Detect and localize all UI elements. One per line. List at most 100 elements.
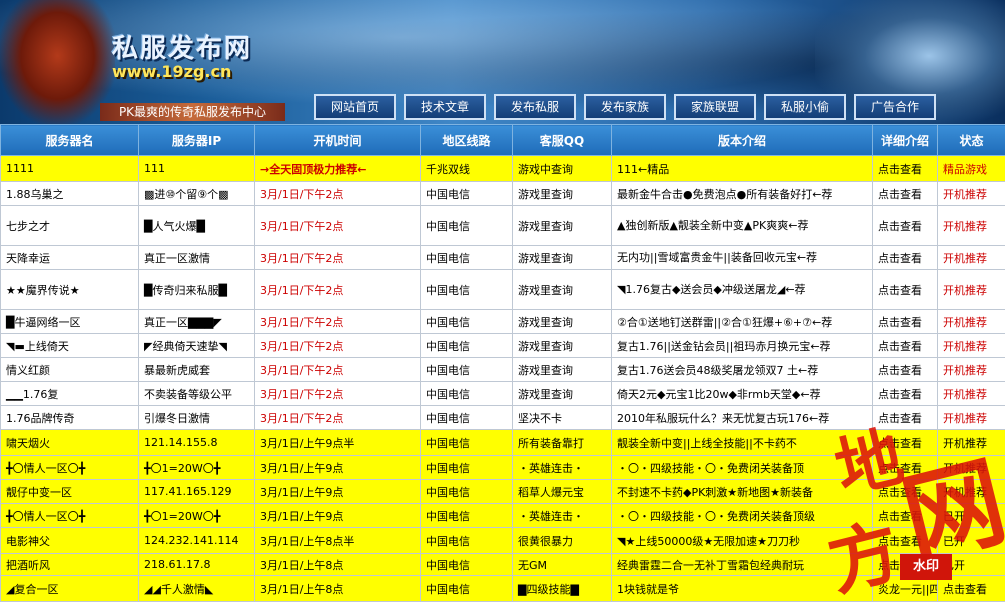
cell-server-ip: █传奇归来私服█ [139, 270, 255, 310]
cell-details-link[interactable]: 点击查看 [873, 206, 938, 246]
cell-qq: 无GM [513, 554, 612, 576]
nav-home[interactable]: 网站首页 [314, 94, 396, 120]
table-row[interactable]: 情义红颜暴最新虎威套3月/1日/下午2点中国电信游戏里查询复古1.76送会员48… [1, 358, 1005, 382]
site-logo-url[interactable]: www.19zg.cn [112, 62, 231, 81]
table-row[interactable]: 电影神父124.232.141.1143月/1日/上午8点半中国电信很黄很暴力◥… [1, 528, 1005, 554]
cell-version: ・〇・四级技能・〇・免费闭关装备顶 [612, 456, 873, 480]
cell-details-link[interactable]: 炎龙一元||四级技能||免费闭关||全屏 [873, 576, 938, 602]
cell-details-link[interactable]: 点击查看 [873, 358, 938, 382]
cell-version: 1块钱就是爷 [612, 576, 873, 602]
nav-publish-family[interactable]: 发布家族 [584, 94, 666, 120]
cell-server-ip: ◢◢千人激情◣ [139, 576, 255, 602]
cell-region: 中国电信 [421, 382, 513, 406]
table-row[interactable]: 1111111→全天固顶极力推荐←千兆双线游戏中查询111←精品点击查看精品游戏 [1, 156, 1005, 182]
cell-server-name[interactable]: █牛逼网络一区 [1, 310, 139, 334]
cell-version: 2010年私服玩什么？来无忧复古玩176←荐 [612, 406, 873, 430]
cell-details-link[interactable]: 点击查看 [873, 182, 938, 206]
cell-details-link[interactable]: 点击查看 [873, 480, 938, 504]
table-row[interactable]: ◢复合一区◢◢千人激情◣3月/1日/上午8点中国电信▇四级技能▇1块钱就是爷炎龙… [1, 576, 1005, 602]
cell-region: 中国电信 [421, 358, 513, 382]
col-server-ip: 服务器IP [139, 125, 255, 156]
nav-articles[interactable]: 技术文章 [404, 94, 486, 120]
cell-details-link[interactable]: 点击查看 [873, 528, 938, 554]
cell-qq: ・英雄连击・ [513, 456, 612, 480]
cell-server-name[interactable]: ◢复合一区 [1, 576, 139, 602]
cell-region: 中国电信 [421, 504, 513, 528]
cell-details-link[interactable]: 点击查看 [873, 246, 938, 270]
cell-server-ip: 引爆冬日激情 [139, 406, 255, 430]
cell-server-name[interactable]: ╋〇情人一区〇╋ [1, 456, 139, 480]
cell-details-link[interactable]: 点击查看 [873, 504, 938, 528]
banner-warrior-left [0, 0, 115, 124]
cell-server-ip: 暴最新虎威套 [139, 358, 255, 382]
cell-region: 千兆双线 [421, 156, 513, 182]
nav-server-thief[interactable]: 私服小偷 [764, 94, 846, 120]
cell-qq: 所有装备靠打 [513, 430, 612, 456]
cell-server-ip: █人气火爆█ [139, 206, 255, 246]
table-row[interactable]: ╋〇情人一区〇╋╋〇1=20W〇╋3月/1日/上午9点中国电信・英雄连击・・〇・… [1, 504, 1005, 528]
cell-qq: 稻草人爆元宝 [513, 480, 612, 504]
cell-details-link[interactable]: 点击查看 [873, 554, 938, 576]
cell-details-link[interactable]: 点击查看 [873, 382, 938, 406]
cell-open-time: 3月/1日/下午2点 [255, 334, 421, 358]
table-row[interactable]: ╋〇情人一区〇╋╋〇1=20W〇╋3月/1日/上午9点中国电信・英雄连击・・〇・… [1, 456, 1005, 480]
cell-version: 最新金牛合击●免费泡点●所有装备好打←荐 [612, 182, 873, 206]
table-row[interactable]: ▁▁1.76复不卖装备等级公平3月/1日/下午2点中国电信游戏里查询倚天2元◆元… [1, 382, 1005, 406]
col-version-intro: 版本介绍 [612, 125, 873, 156]
cell-details-link[interactable]: 点击查看 [873, 456, 938, 480]
table-row[interactable]: ◥▬上线倚天◤经典倚天速挚◥3月/1日/下午2点中国电信游戏里查询复古1.76|… [1, 334, 1005, 358]
cell-region: 中国电信 [421, 554, 513, 576]
cell-server-ip: 124.232.141.114 [139, 528, 255, 554]
cell-server-ip: 218.61.17.8 [139, 554, 255, 576]
site-logo-title[interactable]: 私服发布网 [112, 28, 252, 65]
cell-server-name[interactable]: 1.76品牌传奇 [1, 406, 139, 430]
cell-server-name[interactable]: 把酒听风 [1, 554, 139, 576]
cell-status: 开机推荐 [938, 406, 1005, 430]
cell-server-name[interactable]: 靓仔中变一区 [1, 480, 139, 504]
table-row[interactable]: 靓仔中变一区117.41.165.1293月/1日/上午9点中国电信稻草人爆元宝… [1, 480, 1005, 504]
cell-open-time: 3月/1日/下午2点 [255, 182, 421, 206]
cell-server-name[interactable]: 电影神父 [1, 528, 139, 554]
cell-server-name[interactable]: 七步之才 [1, 206, 139, 246]
cell-server-name[interactable]: 天降幸运 [1, 246, 139, 270]
cell-details-link[interactable]: 点击查看 [873, 334, 938, 358]
cell-details-link[interactable]: 点击查看 [873, 156, 938, 182]
cell-server-ip: 真正一区▇▇▇◤ [139, 310, 255, 334]
cell-region: 中国电信 [421, 334, 513, 358]
table-row[interactable]: ★★魔界传说★█传奇归来私服█3月/1日/下午2点中国电信游戏里查询◥1.76复… [1, 270, 1005, 310]
cell-details-link[interactable]: 点击查看 [873, 270, 938, 310]
cell-server-name[interactable]: 1111 [1, 156, 139, 182]
table-row[interactable]: 七步之才█人气火爆█3月/1日/下午2点中国电信游戏里查询▲独创新版▲靓装全新中… [1, 206, 1005, 246]
cell-open-time: 3月/1日/下午2点 [255, 246, 421, 270]
table-row[interactable]: 1.76品牌传奇引爆冬日激情3月/1日/下午2点中国电信坚决不卡2010年私服玩… [1, 406, 1005, 430]
cell-server-ip: 121.14.155.8 [139, 430, 255, 456]
cell-details-link[interactable]: 点击查看 [873, 310, 938, 334]
cell-server-name[interactable]: ▁▁1.76复 [1, 382, 139, 406]
cell-server-name[interactable]: ◥▬上线倚天 [1, 334, 139, 358]
nav-publish-server[interactable]: 发布私服 [494, 94, 576, 120]
table-row[interactable]: 1.88乌巢之▩进⑩个留⑨个▩3月/1日/下午2点中国电信游戏里查询最新金牛合击… [1, 182, 1005, 206]
cell-server-name[interactable]: 情义红颜 [1, 358, 139, 382]
nav-family-alliance[interactable]: 家族联盟 [674, 94, 756, 120]
cell-server-name[interactable]: 1.88乌巢之 [1, 182, 139, 206]
site-slogan: PK最爽的传奇私服发布中心 [100, 103, 285, 121]
table-row[interactable]: 啸天烟火121.14.155.83月/1日/上午9点半中国电信所有装备靠打靓装全… [1, 430, 1005, 456]
cell-status: 已开 [938, 504, 1005, 528]
table-row[interactable]: 天降幸运真正一区激情3月/1日/下午2点中国电信游戏里查询无内功||雪域富贵金牛… [1, 246, 1005, 270]
cell-status: 开机推荐 [938, 480, 1005, 504]
cell-region: 中国电信 [421, 406, 513, 430]
cell-open-time: 3月/1日/下午2点 [255, 206, 421, 246]
cell-server-name[interactable]: ╋〇情人一区〇╋ [1, 504, 139, 528]
table-row[interactable]: █牛逼网络一区真正一区▇▇▇◤3月/1日/下午2点中国电信游戏里查询②合①送地钉… [1, 310, 1005, 334]
cell-version: ・〇・四级技能・〇・免费闭关装备顶级 [612, 504, 873, 528]
table-row[interactable]: 把酒听风218.61.17.83月/1日/上午8点中国电信无GM经典雷霆二合一无… [1, 554, 1005, 576]
cell-server-name[interactable]: ★★魔界传说★ [1, 270, 139, 310]
cell-details-link[interactable]: 点击查看 [873, 406, 938, 430]
cell-status: 精品游戏 [938, 156, 1005, 182]
cell-details-link[interactable]: 点击查看 [873, 430, 938, 456]
cell-status: 开机推荐 [938, 270, 1005, 310]
nav-ad-cooperation[interactable]: 广告合作 [854, 94, 936, 120]
cell-region: 中国电信 [421, 480, 513, 504]
cell-server-name[interactable]: 啸天烟火 [1, 430, 139, 456]
col-details: 详细介绍 [873, 125, 938, 156]
